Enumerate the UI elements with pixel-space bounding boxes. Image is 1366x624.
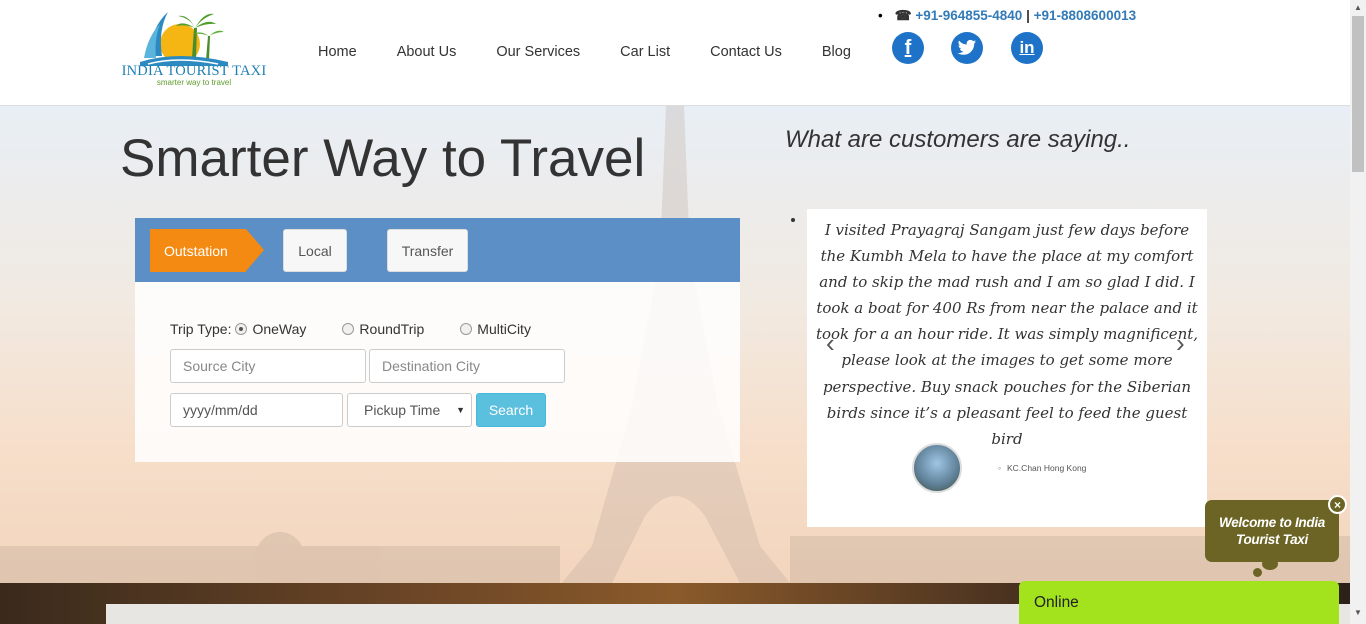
carousel-next-icon[interactable]: › <box>1176 328 1185 359</box>
search-button[interactable]: Search <box>476 393 546 427</box>
tab-outstation[interactable]: Outstation <box>150 229 246 272</box>
booking-tab-bar: Outstation Local Transfer <box>135 218 740 282</box>
radio-oneway[interactable] <box>235 323 248 335</box>
pickup-time-value: Pickup Time <box>364 402 441 418</box>
chat-welcome-bubble[interactable]: Welcome to India Tourist Taxi <box>1205 500 1339 562</box>
date-input[interactable]: yyyy/mm/dd <box>170 393 343 427</box>
logo-graphic-icon <box>140 12 228 66</box>
linkedin-icon[interactable]: in <box>1011 32 1043 64</box>
chat-close-icon[interactable]: × <box>1328 495 1347 514</box>
twitter-bird-icon <box>957 39 977 55</box>
brand-tagline: smarter way to travel <box>156 78 232 87</box>
radio-multicity-label: MultiCity <box>477 321 531 337</box>
site-header: INDIA TOURIST TAXI smarter way to travel… <box>0 0 1350 106</box>
scroll-up-icon[interactable]: ▲ <box>1354 3 1362 12</box>
source-city-input[interactable]: Source City <box>170 349 366 383</box>
list-bullet: • <box>878 8 883 23</box>
author-bullet-icon: ◦ <box>998 463 1002 473</box>
contact-phones: • ☎ +91-964855-4840 | +91-8808600013 <box>878 8 1136 24</box>
testimonials-heading: What are customers are saying.. <box>785 126 1131 153</box>
radio-multicity[interactable] <box>460 323 473 335</box>
radio-roundtrip[interactable] <box>342 323 355 335</box>
twitter-icon[interactable] <box>951 32 983 64</box>
chat-bubble-tail <box>1262 558 1278 570</box>
facebook-icon[interactable]: f <box>892 32 924 64</box>
phone-link-1[interactable]: +91-964855-4840 <box>915 8 1022 23</box>
nav-blog[interactable]: Blog <box>822 44 851 60</box>
carousel-bullet <box>791 218 795 222</box>
scroll-down-icon[interactable]: ▼ <box>1354 608 1362 617</box>
tab-outstation-arrow <box>246 229 264 271</box>
author-name: KC.Chan Hong Kong <box>1007 463 1087 473</box>
scrollbar-thumb[interactable] <box>1352 16 1364 172</box>
hero-title: Smarter Way to Travel <box>120 129 646 188</box>
nav-contact-us[interactable]: Contact Us <box>710 44 782 60</box>
chat-online-bar[interactable]: Online <box>1019 581 1339 624</box>
chat-bubble-tail-small <box>1253 568 1262 577</box>
radio-oneway-label: OneWay <box>252 321 307 337</box>
hero-section: Smarter Way to Travel What are customers… <box>0 106 1350 583</box>
phone-icon: ☎ <box>894 8 912 23</box>
nav-car-list[interactable]: Car List <box>620 44 670 60</box>
testimonial-card: I visited Prayagraj Sangam just few days… <box>807 209 1207 527</box>
select-caret-icon: ▼ <box>456 405 465 415</box>
testimonial-text: I visited Prayagraj Sangam just few days… <box>815 221 1199 448</box>
trip-type-label: Trip Type: <box>170 321 232 337</box>
booking-form: Outstation Local Transfer Trip Type: One… <box>135 218 740 462</box>
phone-separator: | <box>1026 8 1030 23</box>
tab-local[interactable]: Local <box>283 229 347 272</box>
radio-roundtrip-label: RoundTrip <box>359 321 425 337</box>
phone-link-2[interactable]: +91-8808600013 <box>1034 8 1136 23</box>
main-nav: Home About Us Our Services Car List Cont… <box>298 44 871 60</box>
nav-about-us[interactable]: About Us <box>397 44 457 60</box>
brand-logo[interactable]: INDIA TOURIST TAXI smarter way to travel <box>118 6 270 90</box>
destination-city-input[interactable]: Destination City <box>369 349 565 383</box>
pickup-time-select[interactable]: Pickup Time ▼ <box>347 393 472 427</box>
testimonial-avatar <box>912 443 962 493</box>
carousel-prev-icon[interactable]: ‹ <box>826 328 835 359</box>
testimonial-author: ◦ KC.Chan Hong Kong <box>998 463 1086 473</box>
nav-home[interactable]: Home <box>318 44 357 60</box>
nav-our-services[interactable]: Our Services <box>496 44 580 60</box>
tab-transfer[interactable]: Transfer <box>387 229 468 272</box>
trip-type-row: Trip Type: OneWay RoundTrip MultiCity <box>170 321 531 337</box>
